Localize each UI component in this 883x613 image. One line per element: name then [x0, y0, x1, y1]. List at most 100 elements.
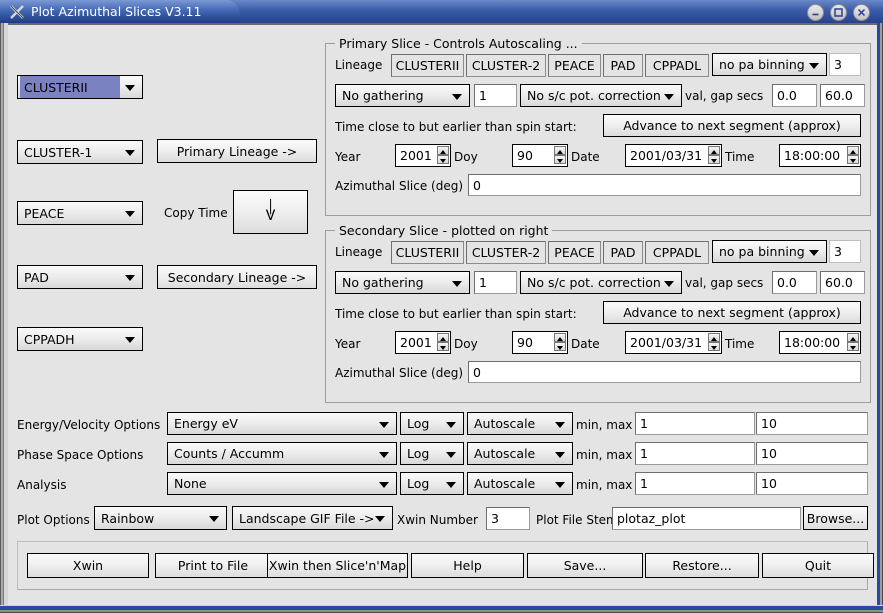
phase-space-scale-select[interactable]: Log	[400, 442, 464, 465]
secondary-gap-max-field[interactable]: 60.0	[820, 271, 865, 294]
energy-velocity-minmax-label: min, max	[576, 418, 632, 432]
analysis-min-field[interactable]: 1	[635, 472, 755, 495]
dataset-select[interactable]: CPPADH	[17, 327, 143, 351]
analysis-max-field[interactable]: 10	[756, 472, 868, 495]
close-icon[interactable]	[853, 4, 870, 21]
analysis-scale-value: Log	[407, 473, 429, 494]
primary-binning-field[interactable]: 3	[829, 53, 861, 76]
analysis-quantity-select[interactable]: None	[167, 472, 397, 495]
analysis-autoscale-value: Autoscale	[474, 473, 535, 494]
primary-time-spinner[interactable]: 18:00:00	[779, 144, 861, 167]
primary-azimuthal-field[interactable]: 0	[468, 174, 861, 196]
secondary-gathering-field[interactable]: 1	[474, 271, 517, 294]
phase-space-min-field[interactable]: 1	[635, 442, 755, 465]
spinner-arrows-icon[interactable]	[437, 333, 449, 352]
product-select[interactable]: PAD	[17, 265, 143, 289]
plot-file-stem-label: Plot File Stem	[536, 513, 618, 527]
spinner-arrows-icon[interactable]	[554, 333, 566, 352]
xwin-button[interactable]: Xwin	[27, 553, 149, 578]
plot-file-stem-field[interactable]: plotaz_plot	[612, 507, 801, 530]
energy-velocity-min-field[interactable]: 1	[635, 412, 755, 435]
phase-space-minmax-label: min, max	[576, 448, 632, 462]
secondary-advance-button[interactable]: Advance to next segment (approx)	[603, 301, 861, 324]
primary-spin-note: Time close to but earlier than spin star…	[335, 120, 577, 134]
analysis-scale-select[interactable]: Log	[400, 472, 464, 495]
secondary-binning-select[interactable]: no pa binning	[712, 240, 827, 263]
quit-button[interactable]: Quit	[762, 553, 874, 578]
secondary-gap-min-field[interactable]: 0.0	[772, 271, 817, 294]
palette-select[interactable]: Rainbow	[94, 506, 227, 530]
secondary-slice-group: Secondary Slice - plotted on right Linea…	[325, 230, 871, 403]
maximize-icon[interactable]	[830, 4, 847, 21]
primary-gap-min-field[interactable]: 0.0	[772, 84, 817, 107]
instrument-select[interactable]: PEACE	[17, 201, 143, 225]
secondary-gathering-select[interactable]: No gathering	[335, 271, 470, 294]
primary-year-spinner[interactable]: 2001	[395, 144, 451, 167]
secondary-lineage-item-3: PAD	[603, 241, 643, 264]
dataset-select-value: CPPADH	[24, 328, 75, 350]
phase-space-autoscale-select[interactable]: Autoscale	[467, 442, 573, 465]
spinner-arrows-icon[interactable]	[554, 146, 566, 165]
energy-velocity-autoscale-select[interactable]: Autoscale	[467, 412, 573, 435]
analysis-quantity-value: None	[174, 473, 207, 494]
secondary-time-spinner[interactable]: 18:00:00	[779, 331, 861, 354]
secondary-date-label: Date	[571, 337, 600, 351]
primary-gap-label: val, gap secs	[685, 89, 763, 103]
primary-time-label: Time	[725, 150, 754, 164]
primary-potential-select[interactable]: No s/c pot. correction	[520, 84, 682, 107]
print-to-file-button[interactable]: Print to File	[155, 553, 271, 578]
energy-velocity-quantity-select[interactable]: Energy eV	[167, 412, 397, 435]
mission-select[interactable]: CLUSTERII	[17, 75, 143, 99]
restore-button[interactable]: Restore...	[645, 553, 759, 578]
xwin-number-field[interactable]: 3	[486, 507, 530, 530]
chevron-down-icon	[809, 250, 819, 256]
primary-doy-spinner[interactable]: 90	[512, 144, 568, 167]
secondary-lineage-item-2: PEACE	[548, 241, 601, 264]
window-border-left	[0, 23, 8, 613]
primary-gathering-field[interactable]: 1	[474, 84, 517, 107]
spinner-arrows-icon[interactable]	[708, 333, 720, 352]
help-button[interactable]: Help	[411, 553, 524, 578]
x-app-icon	[9, 4, 25, 20]
copy-time-button[interactable]: │ V	[233, 190, 308, 234]
spinner-arrows-icon[interactable]	[708, 146, 720, 165]
chevron-down-icon	[125, 211, 135, 217]
copy-time-label: Copy Time	[164, 206, 228, 220]
secondary-lineage-button[interactable]: Secondary Lineage ->	[157, 265, 317, 289]
phase-space-quantity-value: Counts / Accumm	[174, 443, 284, 464]
window-border-right	[877, 23, 883, 613]
primary-lineage-button[interactable]: Primary Lineage ->	[157, 139, 317, 163]
minimize-icon[interactable]	[807, 4, 824, 21]
spinner-arrows-icon[interactable]	[847, 146, 859, 165]
xwin-number-label: Xwin Number	[397, 513, 478, 527]
xwin-then-slice-n-map-button[interactable]: Xwin then Slice'n'Map	[267, 553, 408, 578]
secondary-doy-label: Doy	[454, 337, 478, 351]
primary-binning-select[interactable]: no pa binning	[712, 53, 827, 76]
phase-space-scale-value: Log	[407, 443, 429, 464]
save-button[interactable]: Save...	[527, 553, 643, 578]
palette-select-value: Rainbow	[101, 507, 154, 529]
browse-button[interactable]: Browse...	[803, 506, 868, 530]
secondary-year-spinner[interactable]: 2001	[395, 331, 451, 354]
phase-space-max-field[interactable]: 10	[756, 442, 868, 465]
copy-time-v-glyph: V	[266, 211, 276, 221]
spinner-arrows-icon[interactable]	[847, 333, 859, 352]
output-format-select[interactable]: Landscape GIF File ->	[232, 506, 393, 530]
phase-space-quantity-select[interactable]: Counts / Accumm	[167, 442, 397, 465]
analysis-autoscale-select[interactable]: Autoscale	[467, 472, 573, 495]
energy-velocity-scale-select[interactable]: Log	[400, 412, 464, 435]
secondary-doy-spinner[interactable]: 90	[512, 331, 568, 354]
secondary-potential-select[interactable]: No s/c pot. correction	[520, 271, 682, 294]
secondary-azimuthal-field[interactable]: 0	[468, 361, 861, 383]
primary-date-spinner[interactable]: 2001/03/31	[625, 144, 722, 167]
primary-lineage-label: Lineage	[335, 58, 382, 72]
secondary-binning-field[interactable]: 3	[829, 240, 861, 263]
secondary-date-spinner[interactable]: 2001/03/31	[625, 331, 722, 354]
spinner-arrows-icon[interactable]	[437, 146, 449, 165]
primary-advance-button[interactable]: Advance to next segment (approx)	[603, 114, 861, 137]
energy-velocity-max-field[interactable]: 10	[756, 412, 868, 435]
primary-gap-max-field[interactable]: 60.0	[820, 84, 865, 107]
spacecraft-select[interactable]: CLUSTER-1	[17, 140, 143, 164]
primary-gathering-select[interactable]: No gathering	[335, 84, 470, 107]
secondary-doy-value: 90	[517, 332, 533, 353]
